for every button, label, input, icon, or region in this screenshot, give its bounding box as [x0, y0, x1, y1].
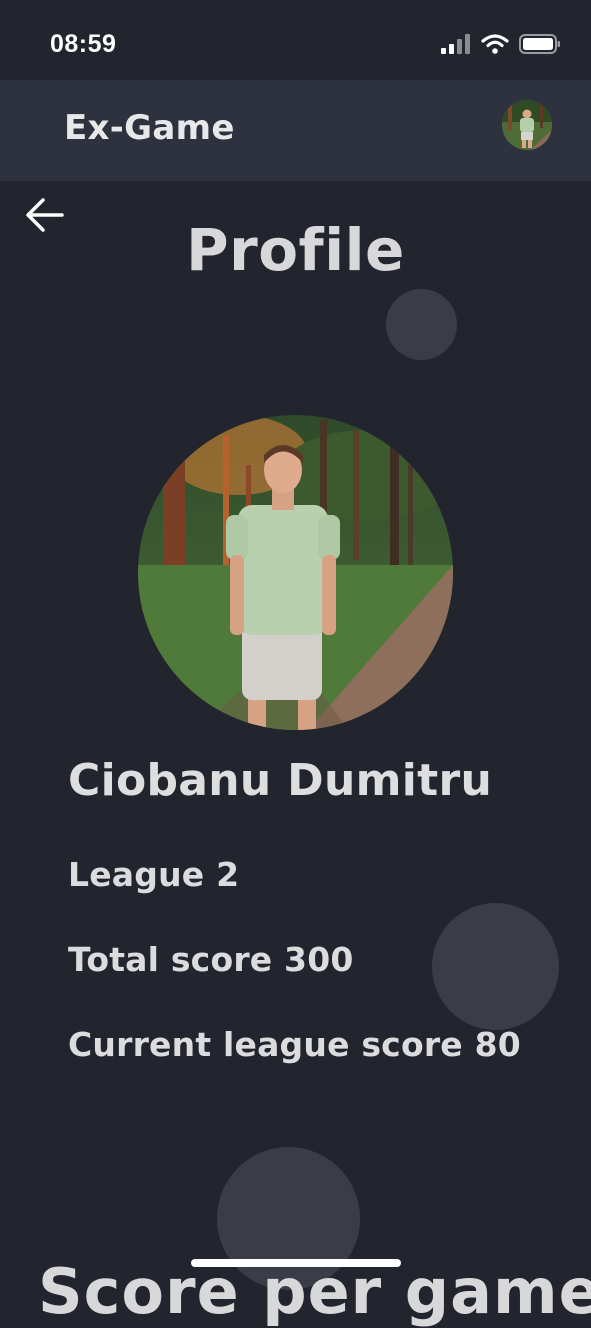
status-bar: 08:59 — [0, 0, 591, 80]
user-name: Ciobanu Dumitru — [68, 755, 493, 806]
current-league-score-label: Current league score 80 — [68, 1025, 521, 1064]
avatar-image — [502, 100, 552, 150]
decorative-bubble — [386, 289, 457, 360]
page-title: Profile — [186, 216, 405, 284]
signal-icon — [441, 34, 470, 54]
wifi-icon — [481, 34, 509, 54]
app-header: Ex-Game — [0, 80, 591, 181]
home-indicator[interactable] — [191, 1259, 401, 1267]
status-icons — [441, 34, 561, 54]
app-title: Ex-Game — [64, 108, 235, 148]
battery-icon — [519, 34, 560, 54]
decorative-bubble — [432, 903, 559, 1030]
status-time: 08:59 — [50, 30, 117, 58]
profile-photo — [138, 415, 453, 730]
league-label: League 2 — [68, 855, 240, 894]
profile-photo-image — [138, 415, 453, 730]
total-score-label: Total score 300 — [68, 940, 354, 979]
header-avatar[interactable] — [502, 100, 552, 150]
